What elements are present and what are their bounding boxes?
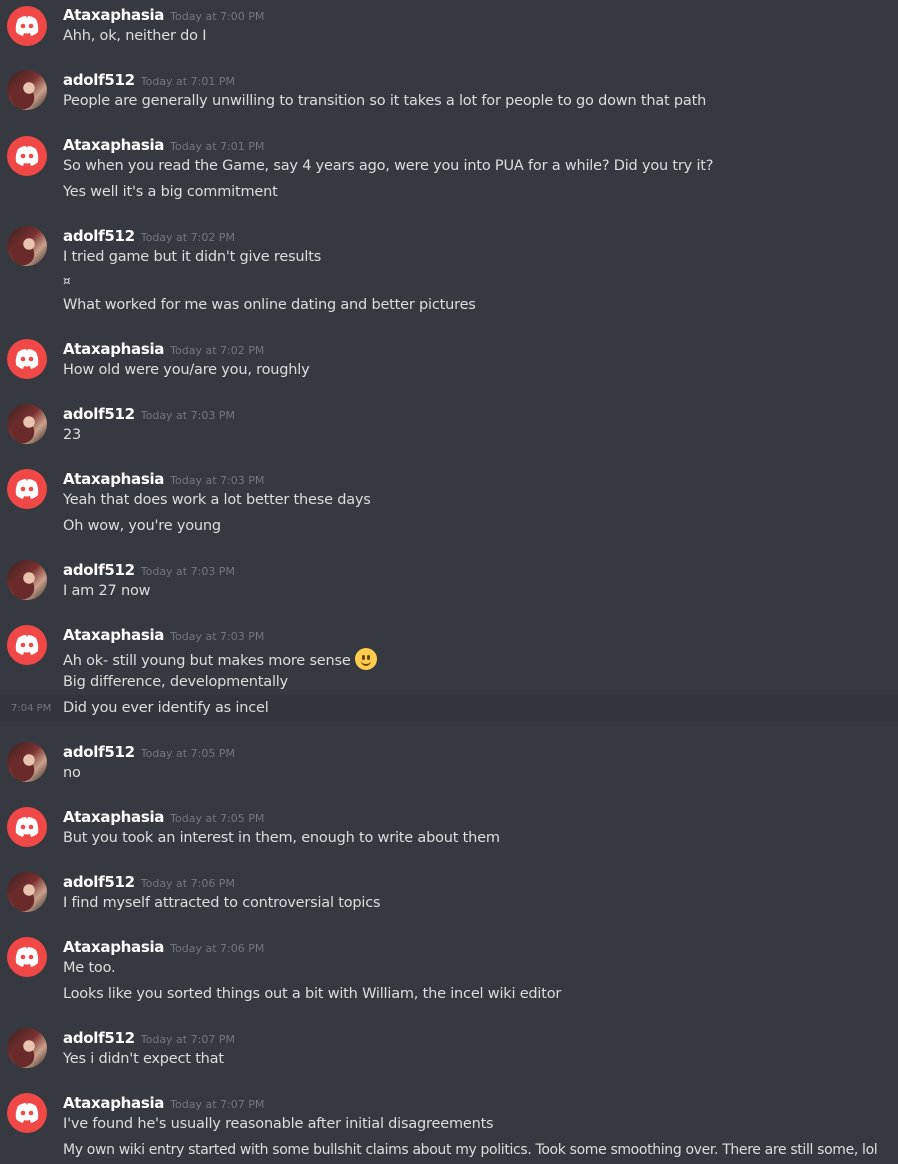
timestamp: Today at 7:03 PM — [140, 565, 235, 578]
discord-avatar-icon[interactable] — [7, 937, 47, 977]
username[interactable]: Ataxaphasia — [63, 1094, 164, 1112]
message-text: But you took an interest in them, enough… — [63, 830, 500, 846]
message-text: Yes i didn't expect that — [63, 1051, 224, 1067]
username[interactable]: adolf512 — [63, 405, 135, 423]
hover-timestamp: 7:04 PM — [11, 703, 52, 714]
username[interactable]: adolf512 — [63, 873, 135, 891]
username[interactable]: adolf512 — [63, 743, 135, 761]
user-avatar[interactable] — [7, 560, 47, 600]
message-text: Oh wow, you're young — [63, 518, 221, 534]
timestamp: Today at 7:01 PM — [140, 75, 235, 88]
discord-avatar-icon[interactable] — [7, 625, 47, 665]
slightly-smiling-face-icon — [354, 648, 377, 670]
timestamp: Today at 7:02 PM — [140, 231, 235, 244]
timestamp: Today at 7:07 PM — [140, 1033, 235, 1046]
message-text: My own wiki entry started with some bull… — [63, 1142, 878, 1158]
timestamp: Today at 7:06 PM — [140, 877, 235, 890]
chat-message-list: 7:04 PM Ataxaphasia Today at 7:00 PM Ahh,… — [0, 0, 898, 1164]
timestamp: Today at 7:00 PM — [170, 10, 265, 23]
timestamp: Today at 7:03 PM — [170, 630, 265, 643]
message-text: Me too. — [63, 960, 116, 976]
message-text: Ahh, ok, neither do I — [63, 28, 207, 44]
username[interactable]: Ataxaphasia — [63, 470, 164, 488]
username[interactable]: Ataxaphasia — [63, 6, 164, 24]
user-avatar[interactable] — [7, 872, 47, 912]
username[interactable]: adolf512 — [63, 561, 135, 579]
username[interactable]: Ataxaphasia — [63, 340, 164, 358]
username[interactable]: Ataxaphasia — [63, 808, 164, 826]
discord-avatar-icon[interactable] — [7, 469, 47, 509]
username[interactable]: adolf512 — [63, 227, 135, 245]
message-text: no — [63, 765, 81, 781]
user-avatar[interactable] — [7, 742, 47, 782]
username[interactable]: Ataxaphasia — [63, 136, 164, 154]
timestamp: Today at 7:07 PM — [170, 1098, 265, 1111]
message-text: Yeah that does work a lot better these d… — [63, 492, 371, 508]
timestamp: Today at 7:05 PM — [140, 747, 235, 760]
message-text: ¤ — [63, 274, 71, 288]
user-avatar[interactable] — [7, 70, 47, 110]
timestamp: Today at 7:01 PM — [170, 140, 265, 153]
message-text: Big difference, developmentally — [63, 674, 288, 690]
message-text: I've found he's usually reasonable after… — [63, 1116, 494, 1132]
message-text: Did you ever identify as incel — [63, 700, 269, 716]
username[interactable]: adolf512 — [63, 1029, 135, 1047]
user-avatar[interactable] — [7, 1028, 47, 1068]
message-text: Ah ok- still young but makes more sense — [63, 648, 377, 670]
username[interactable]: Ataxaphasia — [63, 938, 164, 956]
timestamp: Today at 7:02 PM — [170, 344, 265, 357]
username[interactable]: Ataxaphasia — [63, 626, 164, 644]
message-text: What worked for me was online dating and… — [63, 297, 476, 313]
user-avatar[interactable] — [7, 226, 47, 266]
timestamp: Today at 7:03 PM — [170, 474, 265, 487]
message-text-content: Ah ok- still young but makes more sense — [63, 653, 351, 669]
message-text: I tried game but it didn't give results — [63, 249, 322, 265]
discord-avatar-icon[interactable] — [7, 1093, 47, 1133]
user-avatar[interactable] — [7, 404, 47, 444]
message-text: I find myself attracted to controversial… — [63, 895, 381, 911]
message-text: Yes well it's a big commitment — [63, 184, 278, 200]
timestamp: Today at 7:05 PM — [170, 812, 265, 825]
message-text: I am 27 now — [63, 583, 151, 599]
timestamp: Today at 7:06 PM — [170, 942, 265, 955]
message-text: How old were you/are you, roughly — [63, 362, 310, 378]
message-text: People are generally unwilling to transi… — [63, 93, 707, 109]
message-text: Looks like you sorted things out a bit w… — [63, 986, 562, 1002]
message-text: So when you read the Game, say 4 years a… — [63, 158, 714, 174]
discord-avatar-icon[interactable] — [7, 6, 47, 46]
discord-avatar-icon[interactable] — [7, 339, 47, 379]
message-text: 23 — [63, 427, 82, 443]
username[interactable]: adolf512 — [63, 71, 135, 89]
discord-avatar-icon[interactable] — [7, 136, 47, 176]
discord-avatar-icon[interactable] — [7, 807, 47, 847]
timestamp: Today at 7:03 PM — [140, 409, 235, 422]
